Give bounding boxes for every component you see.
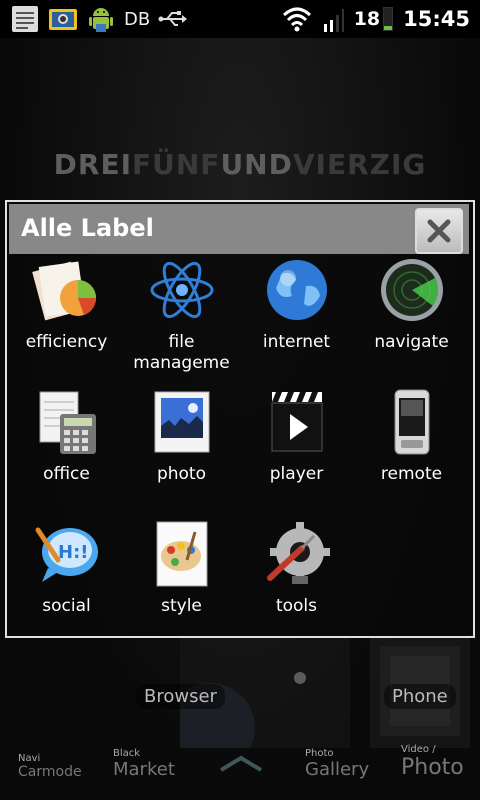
usb-icon (158, 11, 188, 26)
label-item-photo[interactable]: photo (124, 388, 239, 485)
home-brand-title: DREIFÜNFUNDVIERZIG (53, 148, 427, 181)
globe-icon (266, 260, 327, 320)
calculator-icon (39, 391, 96, 454)
signal-icon (323, 9, 344, 32)
label-item-player[interactable]: player (239, 388, 354, 485)
dock-photo[interactable]: Video / Photo (401, 744, 464, 780)
photo-icon (154, 391, 209, 453)
close-button[interactable] (415, 208, 463, 254)
label-item-remote[interactable]: remote (354, 388, 469, 485)
dock-gallery[interactable]: Photo Gallery (305, 748, 369, 780)
battery-icon (383, 7, 394, 31)
label-item-office[interactable]: office (9, 388, 124, 485)
dialog-title: Alle Label (21, 214, 154, 242)
dock-market[interactable]: Black Market (113, 748, 175, 780)
clapperboard-icon (271, 392, 322, 452)
clock: 15:45 (403, 7, 470, 31)
label-item-efficiency[interactable]: efficiency (9, 256, 124, 353)
efficiency-icon (31, 261, 96, 321)
status-bar: DB 18 15:45 (0, 0, 480, 38)
battery-indicator: 18 (353, 7, 394, 31)
dock-carmode[interactable]: Navi Carmode (18, 753, 82, 780)
screenshot-icon (49, 9, 77, 30)
dock: Navi Carmode Black Market Photo Gallery … (0, 730, 480, 800)
label-item-style[interactable]: style (124, 520, 239, 617)
phone-label[interactable]: Phone (384, 684, 456, 709)
label-item-file-management[interactable]: file manageme (124, 256, 239, 374)
android-icon (89, 8, 113, 32)
label-item-navigate[interactable]: navigate (354, 256, 469, 353)
palette-icon (156, 521, 207, 587)
dialog-header: Alle Label (9, 204, 469, 254)
chevron-up-icon[interactable] (218, 754, 264, 772)
carrier-text: DB (124, 8, 151, 30)
remote-phone-icon (394, 389, 429, 455)
browser-label[interactable]: Browser (136, 684, 225, 709)
label-item-social[interactable]: H:! social (9, 520, 124, 617)
label-item-internet[interactable]: internet (239, 256, 354, 353)
notes-icon (12, 6, 38, 32)
svg-text:H:!: H:! (58, 542, 88, 563)
atom-icon (150, 261, 213, 319)
radar-icon (380, 259, 443, 321)
battery-level: 18 (353, 8, 381, 30)
close-icon (427, 219, 451, 243)
wifi-icon (282, 7, 311, 32)
label-item-tools[interactable]: tools (239, 520, 354, 617)
all-labels-dialog: Alle Label efficiency file manageme inte… (5, 200, 475, 638)
tools-icon (266, 522, 330, 584)
chat-bubble-icon: H:! (35, 527, 98, 582)
